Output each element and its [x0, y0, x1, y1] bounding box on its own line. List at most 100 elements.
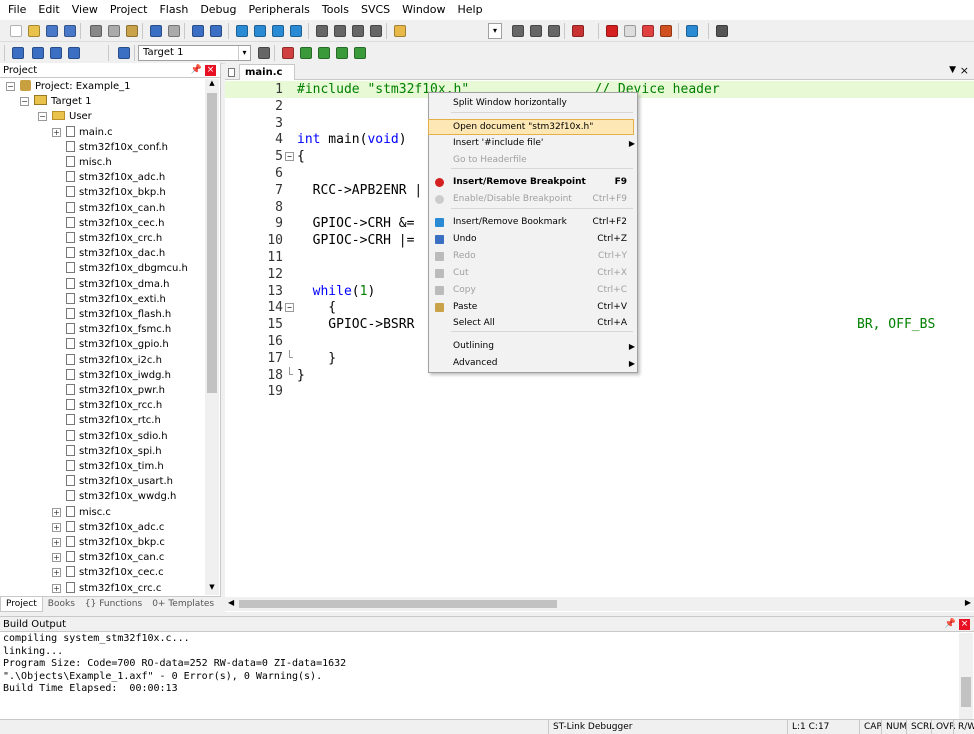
- save-icon[interactable]: [44, 23, 60, 39]
- tree-file[interactable]: + stm32f10x_adc.c: [52, 520, 164, 535]
- editor-hscrollbar[interactable]: ◀ ▶: [225, 597, 974, 611]
- tree-file[interactable]: stm32f10x_pwr.h: [66, 383, 165, 398]
- expand-icon[interactable]: +: [52, 583, 61, 593]
- tree-file[interactable]: + stm32f10x_bkp.c: [52, 535, 165, 550]
- menu-item-copy[interactable]: Copy Ctrl+C: [429, 282, 639, 299]
- pack-installer-icon[interactable]: [334, 45, 350, 61]
- collapse-icon[interactable]: −: [6, 82, 15, 91]
- unindent-icon[interactable]: [332, 23, 348, 39]
- search-icon[interactable]: [510, 23, 526, 39]
- download-icon[interactable]: [116, 45, 132, 61]
- menu-item-go-to-headerfile[interactable]: Go to Headerfile: [429, 152, 639, 169]
- menu-file[interactable]: File: [2, 0, 32, 20]
- tree-file[interactable]: stm32f10x_wwdg.h: [66, 489, 176, 504]
- close-icon[interactable]: ×: [960, 64, 969, 77]
- rebuild-icon[interactable]: [48, 45, 64, 61]
- target-options-icon[interactable]: [256, 45, 272, 61]
- menu-window[interactable]: Window: [396, 0, 451, 20]
- menu-item-cut[interactable]: Cut Ctrl+X: [429, 265, 639, 282]
- tree-file[interactable]: stm32f10x_spi.h: [66, 444, 162, 459]
- scroll-up-icon[interactable]: ▲: [205, 79, 219, 91]
- tree-file[interactable]: stm32f10x_crc.h: [66, 231, 162, 246]
- menu-item-outlining[interactable]: Outlining ▶: [429, 338, 639, 355]
- breakpoint-disable-icon[interactable]: [622, 23, 638, 39]
- breakpoint-clear-icon[interactable]: [640, 23, 656, 39]
- breakpoint-icon[interactable]: [604, 23, 620, 39]
- save-all-icon[interactable]: [62, 23, 78, 39]
- target-select[interactable]: Target 1 ▾: [138, 45, 251, 61]
- chevron-down-icon[interactable]: ▼: [949, 65, 956, 75]
- scroll-left-icon[interactable]: ◀: [228, 598, 234, 607]
- tree-file[interactable]: stm32f10x_fsmc.h: [66, 322, 171, 337]
- zoom-icon[interactable]: [570, 23, 586, 39]
- menu-project[interactable]: Project: [104, 0, 154, 20]
- undo-icon[interactable]: [148, 23, 164, 39]
- tree-file[interactable]: stm32f10x_conf.h: [66, 140, 168, 155]
- menu-tools[interactable]: Tools: [316, 0, 355, 20]
- menu-svcs[interactable]: SVCS: [355, 0, 396, 20]
- menu-item-insert-remove-bookmark[interactable]: Insert/Remove Bookmark Ctrl+F2: [429, 214, 639, 231]
- forward-icon[interactable]: [208, 23, 224, 39]
- menu-item-insert-include-file[interactable]: Insert '#include file' ▶: [429, 135, 639, 152]
- find-file-icon[interactable]: [392, 23, 408, 39]
- tree-file[interactable]: stm32f10x_dac.h: [66, 246, 165, 261]
- tree-file[interactable]: + stm32f10x_crc.c: [52, 581, 161, 595]
- scroll-down-icon[interactable]: ▼: [205, 583, 219, 595]
- menu-item-paste[interactable]: Paste Ctrl+V: [429, 299, 639, 316]
- next-bookmark-icon[interactable]: [270, 23, 286, 39]
- tree-file[interactable]: stm32f10x_bkp.h: [66, 185, 166, 200]
- scroll-right-icon[interactable]: ▶: [965, 598, 971, 607]
- menu-item-select-all[interactable]: Select All Ctrl+A: [429, 315, 639, 332]
- copy-icon[interactable]: [106, 23, 122, 39]
- tab-books[interactable]: Books: [43, 597, 80, 612]
- tree-file[interactable]: + stm32f10x_cec.c: [52, 565, 164, 580]
- tree-file[interactable]: stm32f10x_i2c.h: [66, 353, 162, 368]
- find-icon[interactable]: [528, 23, 544, 39]
- tree-file[interactable]: stm32f10x_gpio.h: [66, 337, 169, 352]
- expand-icon[interactable]: +: [52, 538, 61, 547]
- expand-icon[interactable]: +: [52, 553, 61, 563]
- menu-item-split-window-horizontally[interactable]: Split Window horizontally: [429, 95, 639, 112]
- rte-icon[interactable]: [352, 45, 368, 61]
- expand-icon[interactable]: +: [52, 127, 61, 137]
- menu-item-redo[interactable]: Redo Ctrl+Y: [429, 248, 639, 265]
- editor-hscroll-thumb[interactable]: [239, 600, 557, 608]
- close-icon[interactable]: ×: [205, 65, 216, 76]
- tab-main-c[interactable]: main.c: [228, 64, 295, 80]
- new-file-icon[interactable]: [8, 23, 24, 39]
- output-scrollbar[interactable]: [959, 633, 973, 719]
- manage-components-icon[interactable]: [280, 45, 296, 61]
- pin-icon[interactable]: 📌: [945, 617, 956, 632]
- tree-scroll-thumb[interactable]: [207, 93, 217, 393]
- tree-project[interactable]: − Project: Example_1: [6, 79, 131, 94]
- menu-item-advanced[interactable]: Advanced ▶: [429, 355, 639, 372]
- tree-file[interactable]: stm32f10x_flash.h: [66, 307, 171, 322]
- menu-edit[interactable]: Edit: [32, 0, 65, 20]
- menu-debug[interactable]: Debug: [194, 0, 242, 20]
- translate-icon[interactable]: [10, 45, 26, 61]
- uncomment-icon[interactable]: [368, 23, 384, 39]
- menu-item-open-document-stm32f10x-h[interactable]: Open document "stm32f10x.h": [428, 119, 634, 135]
- tree-file[interactable]: stm32f10x_cec.h: [66, 216, 164, 231]
- tab-functions[interactable]: {} Functions: [80, 597, 147, 612]
- menu-flash[interactable]: Flash: [153, 0, 194, 20]
- tree-file[interactable]: stm32f10x_usart.h: [66, 474, 173, 489]
- tree-file[interactable]: stm32f10x_iwdg.h: [66, 368, 171, 383]
- search-combo[interactable]: ▾: [488, 23, 502, 39]
- menu-peripherals[interactable]: Peripherals: [243, 0, 316, 20]
- tree-file[interactable]: misc.h: [66, 155, 112, 170]
- fold-icon[interactable]: −: [285, 303, 294, 313]
- tree-file[interactable]: stm32f10x_tim.h: [66, 459, 164, 474]
- pin-icon[interactable]: 📌: [191, 63, 202, 78]
- fold-icon[interactable]: −: [285, 152, 294, 162]
- bookmark-icon[interactable]: [234, 23, 250, 39]
- redo-icon[interactable]: [166, 23, 182, 39]
- tree-group-user[interactable]: − User: [38, 109, 92, 124]
- tree-file-main-c[interactable]: + main.c: [52, 125, 113, 140]
- tree-file[interactable]: stm32f10x_rtc.h: [66, 413, 161, 428]
- breakpoint-kill-icon[interactable]: [658, 23, 674, 39]
- tree-file[interactable]: stm32f10x_sdio.h: [66, 429, 168, 444]
- close-icon[interactable]: ×: [959, 619, 970, 630]
- menu-item-undo[interactable]: Undo Ctrl+Z: [429, 231, 639, 248]
- tree-file[interactable]: stm32f10x_adc.h: [66, 170, 165, 185]
